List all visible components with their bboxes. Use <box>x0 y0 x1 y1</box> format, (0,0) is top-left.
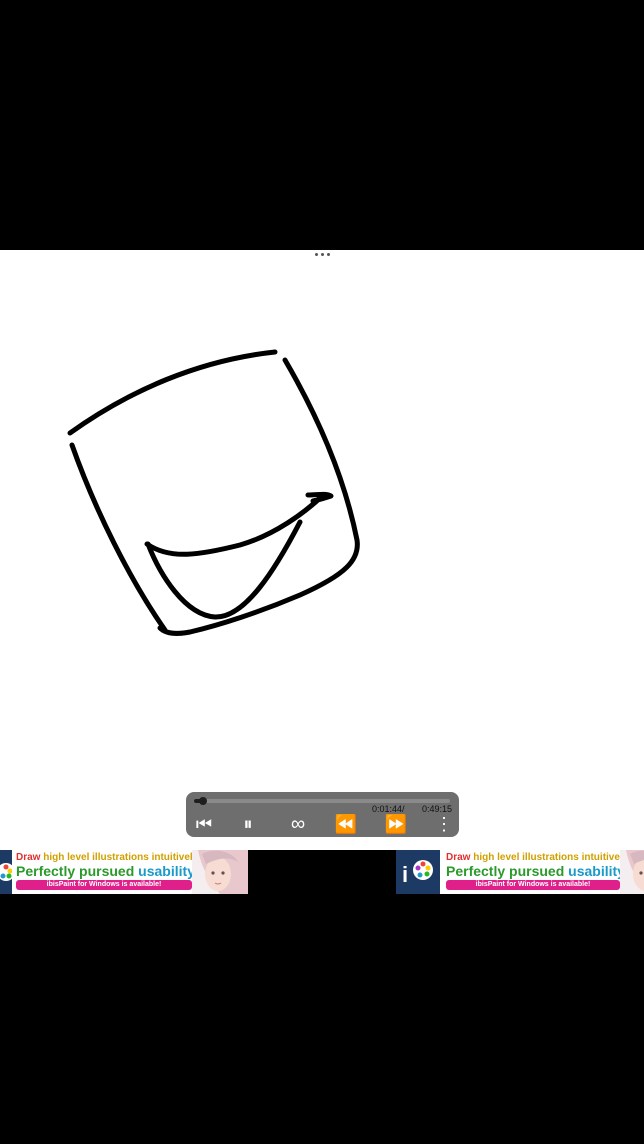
progress-bar[interactable] <box>194 797 450 805</box>
app-logo-icon <box>0 850 15 894</box>
loop-icon[interactable]: ∞ <box>284 813 312 835</box>
stroke-mouth-tip <box>305 491 334 504</box>
ad-tagline: Perfectly pursued usability! <box>16 863 200 879</box>
playback-controls: 0:01:44/ 0:49:15 ⏮ ⏸ ∞ ⏪ ⏩ ⋮ <box>186 792 459 837</box>
ad-headline: Draw high level illustrations intuitivel… <box>16 852 202 863</box>
stroke-mouth-top <box>144 495 323 557</box>
ad-cta-bar: ibisPaint for Windows is available! <box>446 880 620 890</box>
rewind-icon[interactable]: ⏪ <box>332 814 360 834</box>
fast-forward-icon[interactable]: ⏩ <box>382 814 410 834</box>
ad-character-image <box>620 850 644 894</box>
total-time: 0:49:15 <box>422 804 453 814</box>
pause-icon[interactable]: ⏸ <box>234 814 262 834</box>
skip-to-start-icon[interactable]: ⏮ <box>190 814 218 834</box>
ad-cta-bar: ibisPaint for Windows is available! <box>16 880 192 890</box>
top-letterbox <box>0 0 644 250</box>
app-logo-icon: i <box>396 850 440 894</box>
ad-banner-right[interactable]: i Draw high level illustrations intuitiv… <box>396 850 644 894</box>
stroke-left-edge <box>69 442 168 633</box>
ad-character-image <box>192 850 248 894</box>
sketch-strokes <box>67 349 360 636</box>
more-vertical-icon[interactable]: ⋮ <box>434 814 454 834</box>
ad-headline: Draw high level illustrations intuitivel… <box>446 852 632 863</box>
stroke-top-edge <box>67 349 278 436</box>
current-time: 0:01:44/ <box>372 804 405 814</box>
svg-text:i: i <box>402 862 408 887</box>
ad-banner-left[interactable]: Draw high level illustrations intuitivel… <box>0 850 248 894</box>
ad-tagline: Perfectly pursued usability! <box>446 863 630 879</box>
progress-knob[interactable] <box>199 797 207 805</box>
